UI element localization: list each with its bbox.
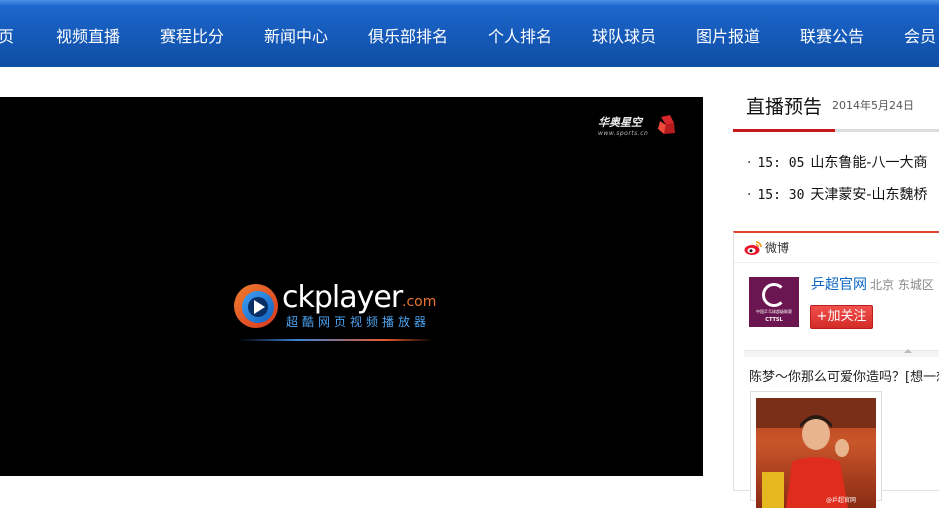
live-preview-date: 2014年5月24日 [832,99,914,112]
nav-item-home[interactable]: 页 [0,26,14,48]
logo-underline [238,339,434,341]
weibo-post-image[interactable]: @乒超官网 [750,391,882,508]
top-nav-bar: 页 视频直播 赛程比分 新闻中心 俱乐部排名 个人排名 球队球员 图片报道 联赛… [0,0,939,67]
bullet-icon: · [747,155,752,171]
schedule-item[interactable]: · 15: 30 天津蒙安-山东魏桥 [747,186,927,205]
athlete-photo: @乒超官网 [756,398,876,508]
avatar-logo-ring [762,283,786,307]
schedule-time: 15: 30 [757,188,805,203]
image-credit: @乒超官网 [826,496,856,504]
weibo-icon [744,241,762,255]
weibo-post-text[interactable]: 陈梦～你那么可爱你造吗？[想一想] [749,369,939,387]
follow-label: 加关注 [827,309,867,324]
weibo-label[interactable]: 微博 [765,241,789,255]
schedule-time: 15: 05 [757,156,805,171]
caret-up-icon [904,349,912,353]
live-preview-divider-accent [733,129,835,132]
nav-item-club-rankings[interactable]: 俱乐部排名 [368,26,448,48]
weibo-widget: 微博 中国乒乓球超级联赛 CTTSL 乒超官网 北京 东城区 +加关注 陈梦～你… [733,231,939,508]
avatar-text-en: CTTSL [765,317,783,323]
bullet-icon: · [747,187,752,203]
weibo-account-name[interactable]: 乒超官网 [811,276,867,294]
watermark-mark-icon [658,115,675,134]
post-photo: @乒超官网 [756,398,876,508]
watermark-sub: www.sports.cn [598,130,649,137]
plus-icon: + [816,309,828,324]
nav-item-members[interactable]: 会员 [904,26,936,48]
schedule-match[interactable]: 天津蒙安-山东魏桥 [810,187,927,203]
ckplayer-logo-text: ckplayer [282,280,403,315]
live-preview-title: 直播预告 [746,96,823,118]
ckplayer-logo-icon [234,284,278,328]
avatar-text-cn: 中国乒乓球超级联赛 [756,309,792,314]
nav-item-photo-reports[interactable]: 图片报道 [696,26,760,48]
nav-item-player-rankings[interactable]: 个人排名 [488,26,552,48]
nav-shine [0,0,939,6]
nav-item-schedule-scores[interactable]: 赛程比分 [160,26,224,48]
ckplayer-tagline: 超酷网页视频播放器 [286,315,431,329]
weibo-location: 北京 东城区 [870,278,934,292]
schedule-item[interactable]: · 15: 05 山东鲁能-八一大商 [747,154,927,173]
follow-button[interactable]: +加关注 [810,305,873,329]
nav-item-news[interactable]: 新闻中心 [264,26,328,48]
schedule-match[interactable]: 山东鲁能-八一大商 [810,155,927,171]
ckplayer-logo-com: .com [402,294,437,310]
avatar[interactable]: 中国乒乓球超级联赛 CTTSL [749,277,799,327]
watermark-main: 华奥星空 [598,116,642,129]
nav-item-league-notices[interactable]: 联赛公告 [800,26,864,48]
weibo-header: 微博 [734,233,939,263]
nav-item-video-live[interactable]: 视频直播 [56,26,120,48]
nav-item-teams-players[interactable]: 球队球员 [592,26,656,48]
